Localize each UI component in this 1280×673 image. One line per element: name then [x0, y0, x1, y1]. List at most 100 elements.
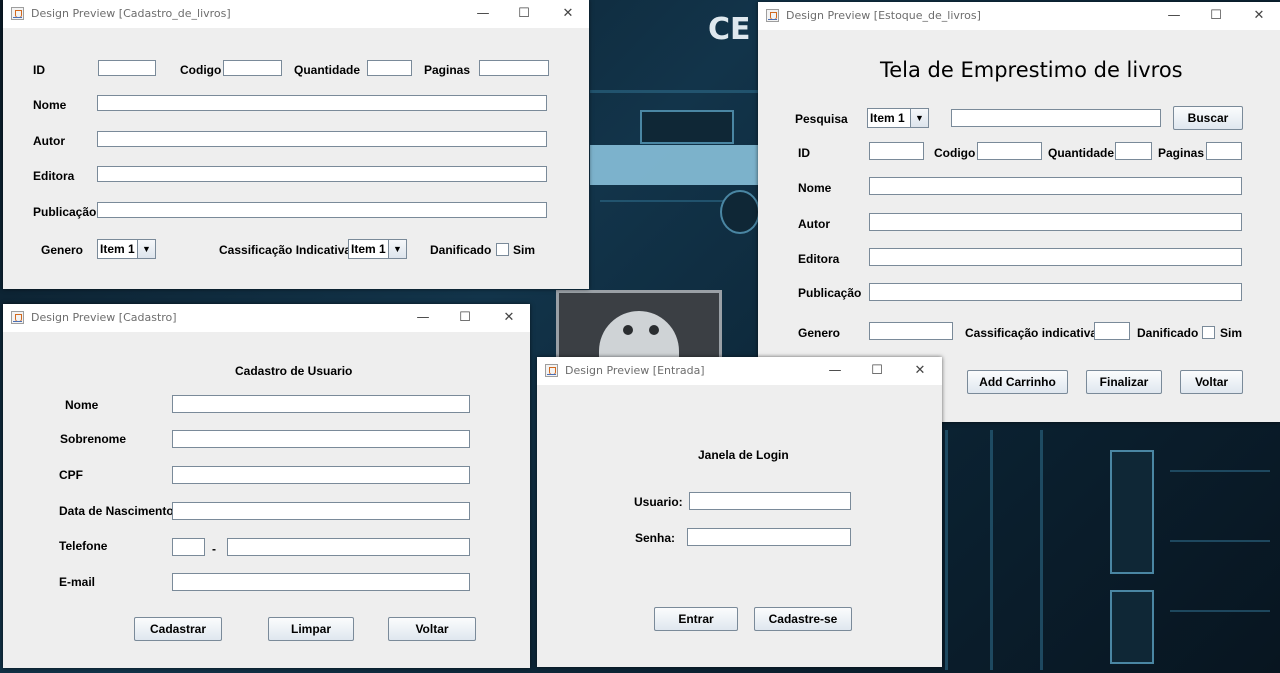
pesquisa-label: Pesquisa — [795, 112, 848, 126]
genero-combo-value: Item 1 — [100, 242, 135, 256]
sobrenome-field[interactable] — [172, 430, 470, 448]
sim-label: Sim — [1220, 326, 1243, 340]
pesquisa-combo[interactable]: Item 1 ▼ — [867, 108, 929, 128]
publicacao-field[interactable] — [869, 283, 1242, 301]
classificacao-combo-value: Item 1 — [351, 242, 386, 256]
sim-label: Sim — [513, 243, 536, 257]
paginas-field[interactable] — [479, 60, 549, 76]
usuario-field[interactable] — [689, 492, 851, 510]
maximize-button[interactable]: ☐ — [511, 4, 537, 24]
senha-field[interactable] — [687, 528, 851, 546]
add-carrinho-button[interactable]: Add Carrinho — [967, 370, 1068, 394]
genero-field[interactable] — [869, 322, 953, 340]
nome-label: Nome — [33, 98, 67, 112]
senha-label: Senha: — [635, 531, 676, 545]
dash-label: - — [212, 542, 216, 556]
buscar-button[interactable]: Buscar — [1173, 106, 1243, 130]
limpar-button[interactable]: Limpar — [268, 617, 354, 641]
cadastrese-button[interactable]: Cadastre-se — [754, 607, 852, 631]
entrar-button[interactable]: Entrar — [654, 607, 738, 631]
telefone-label: Telefone — [59, 539, 108, 553]
close-button[interactable]: ✕ — [496, 308, 522, 328]
voltar-button[interactable]: Voltar — [388, 617, 476, 641]
titlebar[interactable]: Design Preview [Cadastro] — ☐ ✕ — [3, 304, 530, 332]
codigo-label: Codigo — [934, 146, 976, 160]
danificado-checkbox[interactable] — [496, 243, 509, 256]
telefone-ddd-field[interactable] — [172, 538, 205, 556]
titlebar[interactable]: Design Preview [Entrada] — ☐ ✕ — [537, 357, 942, 385]
paginas-label: Paginas — [1158, 146, 1205, 160]
autor-label: Autor — [33, 134, 65, 148]
chevron-down-icon[interactable]: ▼ — [910, 109, 928, 127]
close-button[interactable]: ✕ — [555, 4, 581, 24]
chevron-down-icon[interactable]: ▼ — [137, 240, 155, 258]
codigo-field[interactable] — [977, 142, 1042, 160]
autor-field[interactable] — [869, 213, 1242, 231]
danificado-label: Danificado — [430, 243, 492, 257]
danificado-checkbox[interactable] — [1202, 326, 1215, 339]
minimize-button[interactable]: — — [822, 361, 848, 381]
codigo-field[interactable] — [223, 60, 282, 76]
editora-field[interactable] — [869, 248, 1242, 266]
nome-field[interactable] — [869, 177, 1242, 195]
titlebar[interactable]: Design Preview [Cadastro_de_livros] — ☐ … — [3, 0, 589, 28]
id-label: ID — [33, 63, 45, 77]
finalizar-button[interactable]: Finalizar — [1086, 370, 1162, 394]
desktop-fragment-text: CE — [708, 12, 751, 47]
cadastrar-button[interactable]: Cadastrar — [134, 617, 222, 641]
codigo-label: Codigo — [180, 63, 222, 77]
java-icon — [11, 7, 24, 20]
classificacao-label: Cassificação indicativa — [965, 326, 1098, 340]
id-field[interactable] — [98, 60, 156, 76]
id-field[interactable] — [869, 142, 924, 160]
editora-field[interactable] — [97, 166, 547, 182]
login-heading: Janela de Login — [698, 448, 789, 462]
window-title: Design Preview [Cadastro_de_livros] — [31, 7, 231, 20]
close-button[interactable]: ✕ — [1246, 6, 1272, 26]
telefone-number-field[interactable] — [227, 538, 470, 556]
cpf-field[interactable] — [172, 466, 470, 484]
genero-label: Genero — [41, 243, 84, 257]
titlebar[interactable]: Design Preview [Estoque_de_livros] — ☐ ✕ — [758, 2, 1280, 30]
window-title: Design Preview [Entrada] — [565, 364, 705, 377]
id-label: ID — [798, 146, 810, 160]
nome-label: Nome — [65, 398, 99, 412]
genero-label: Genero — [798, 326, 841, 340]
usuario-label: Usuario: — [634, 495, 683, 509]
paginas-field[interactable] — [1206, 142, 1242, 160]
minimize-button[interactable]: — — [410, 308, 436, 328]
autor-field[interactable] — [97, 131, 547, 147]
maximize-button[interactable]: ☐ — [864, 361, 890, 381]
nascimento-field[interactable] — [172, 502, 470, 520]
window-cadastro: Design Preview [Cadastro] — ☐ ✕ Cadastro… — [3, 304, 530, 668]
chevron-down-icon[interactable]: ▼ — [388, 240, 406, 258]
cpf-label: CPF — [59, 468, 83, 482]
search-input[interactable] — [951, 109, 1161, 127]
window-entrada: Design Preview [Entrada] — ☐ ✕ Janela de… — [537, 357, 942, 667]
danificado-label: Danificado — [1137, 326, 1199, 340]
java-icon — [11, 311, 24, 324]
close-button[interactable]: ✕ — [907, 361, 933, 381]
autor-label: Autor — [798, 217, 830, 231]
publicacao-label: Publicação — [33, 205, 97, 219]
paginas-label: Paginas — [424, 63, 471, 77]
nascimento-label: Data de Nascimento — [59, 504, 174, 518]
classificacao-combo[interactable]: Item 1 ▼ — [348, 239, 407, 259]
window-title: Design Preview [Estoque_de_livros] — [786, 9, 981, 22]
publicacao-field[interactable] — [97, 202, 547, 218]
editora-label: Editora — [798, 252, 840, 266]
quantidade-field[interactable] — [1115, 142, 1152, 160]
voltar-button[interactable]: Voltar — [1180, 370, 1243, 394]
minimize-button[interactable]: — — [1161, 6, 1187, 26]
nome-field[interactable] — [97, 95, 547, 111]
nome-field[interactable] — [172, 395, 470, 413]
classificacao-label: Cassificação Indicativa — [219, 243, 352, 257]
classificacao-field[interactable] — [1094, 322, 1130, 340]
pesquisa-combo-value: Item 1 — [870, 111, 905, 125]
maximize-button[interactable]: ☐ — [452, 308, 478, 328]
email-field[interactable] — [172, 573, 470, 591]
genero-combo[interactable]: Item 1 ▼ — [97, 239, 156, 259]
maximize-button[interactable]: ☐ — [1203, 6, 1229, 26]
quantidade-field[interactable] — [367, 60, 412, 76]
minimize-button[interactable]: — — [470, 4, 496, 24]
